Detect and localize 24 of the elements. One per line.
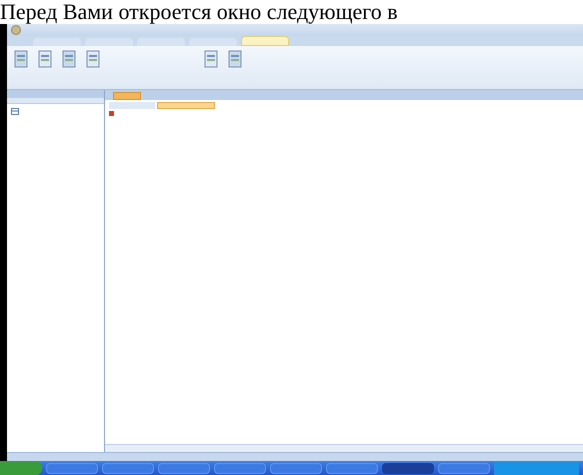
column-header [157, 102, 215, 109]
taskbar-button[interactable] [46, 462, 98, 474]
start-button[interactable] [0, 461, 42, 475]
table-icon [11, 108, 19, 115]
taskbar-button[interactable] [438, 462, 490, 474]
office-button[interactable] [11, 25, 21, 35]
taskbar-button[interactable] [382, 462, 434, 474]
ribbon-tab[interactable] [137, 38, 185, 46]
document-icon [227, 50, 243, 68]
document-icon [13, 50, 29, 68]
ribbon-tab[interactable] [241, 36, 289, 46]
document-icon [85, 50, 101, 68]
document-icon [61, 50, 77, 68]
taskbar-button[interactable] [158, 462, 210, 474]
taskbar-button[interactable] [326, 462, 378, 474]
taskbar-button[interactable] [214, 462, 266, 474]
document-tab[interactable] [113, 92, 141, 100]
new-record-icon [109, 111, 114, 116]
document-text: Перед Вами откроется окно следующего в [0, 0, 398, 24]
document-icon [37, 50, 53, 68]
document-icon [203, 50, 219, 68]
column-header [109, 102, 155, 109]
taskbar-button[interactable] [102, 462, 154, 474]
taskbar-button[interactable] [270, 462, 322, 474]
